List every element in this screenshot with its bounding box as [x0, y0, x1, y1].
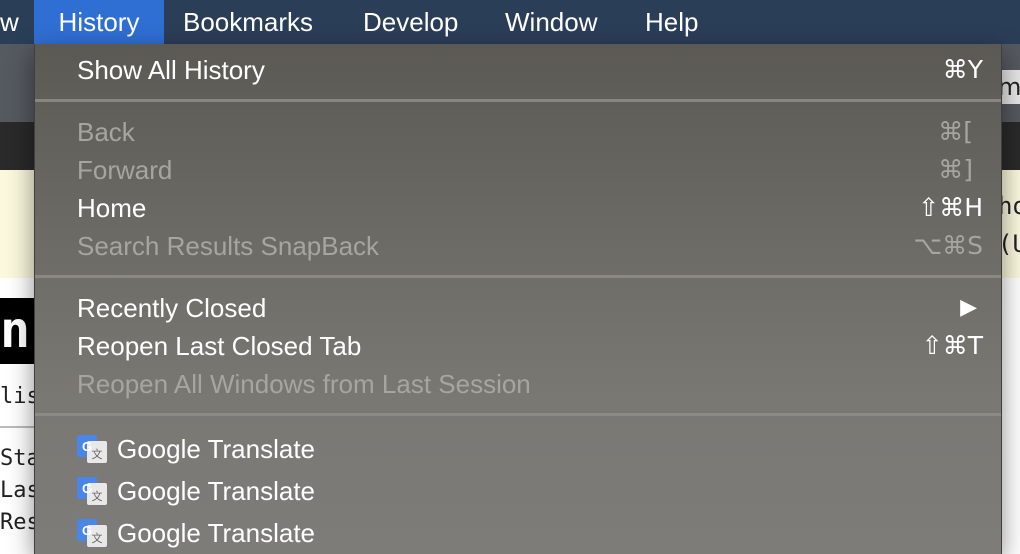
- history-entry[interactable]: G 文 Google Translate: [35, 471, 1001, 511]
- history-entry-title: Google Translate: [117, 434, 316, 464]
- menu-item-label: Show All History: [77, 55, 265, 85]
- menu-view[interactable]: w: [0, 0, 19, 44]
- menu-separator: [35, 99, 1001, 102]
- menu-item-label: Back: [77, 117, 135, 147]
- menu-item-back[interactable]: Back ⌘[: [35, 113, 1001, 151]
- svg-text:文: 文: [92, 489, 103, 503]
- menu-window[interactable]: Window: [505, 0, 597, 44]
- history-entry[interactable]: G 文 Google Translate: [35, 513, 1001, 553]
- page-text-fragment: lis: [0, 384, 36, 409]
- google-translate-icon: G 文: [77, 519, 107, 547]
- svg-text:文: 文: [92, 531, 103, 545]
- history-entry[interactable]: G 文 Google Translate: [35, 429, 1001, 469]
- menu-item-label: Forward: [77, 155, 173, 185]
- menu-bar: w History Bookmarks Develop Window Help: [0, 0, 1020, 44]
- shortcut-label: ⌘[: [938, 117, 973, 146]
- page-logo-text: n: [0, 302, 31, 358]
- page-text-fragment: Sta: [0, 446, 36, 471]
- shortcut-label: ⌘Y: [942, 55, 983, 84]
- page-text-fragment: Res: [0, 510, 36, 535]
- menu-history[interactable]: History: [34, 0, 164, 44]
- menu-item-label: Reopen All Windows from Last Session: [77, 369, 531, 399]
- shortcut-label: ⇧⌘H: [918, 193, 983, 222]
- history-entry-title: Google Translate: [117, 476, 316, 506]
- history-menu: Show All History ⌘Y Back ⌘[ Forward ⌘] H…: [34, 44, 1002, 554]
- menu-item-reopen-last-closed-tab[interactable]: Reopen Last Closed Tab ⇧⌘T: [35, 327, 1001, 365]
- menu-item-label: Search Results SnapBack: [77, 231, 380, 261]
- menu-item-label: Recently Closed: [77, 293, 267, 323]
- shortcut-label: ⌥⌘S: [913, 231, 983, 260]
- menu-separator: [35, 275, 1001, 278]
- menu-item-label: Reopen Last Closed Tab: [77, 331, 362, 361]
- menu-item-recently-closed[interactable]: Recently Closed ▶: [35, 289, 1001, 327]
- google-translate-icon: G 文: [77, 435, 107, 463]
- menu-item-show-all-history[interactable]: Show All History ⌘Y: [35, 51, 1001, 89]
- menu-item-home[interactable]: Home ⇧⌘H: [35, 189, 1001, 227]
- menu-item-forward[interactable]: Forward ⌘]: [35, 151, 1001, 189]
- menu-separator: [35, 413, 1001, 416]
- menu-help[interactable]: Help: [645, 0, 698, 44]
- page-divider: [0, 426, 36, 428]
- svg-text:文: 文: [92, 447, 103, 461]
- menu-item-label: Home: [77, 193, 147, 223]
- menu-item-search-results-snapback[interactable]: Search Results SnapBack ⌥⌘S: [35, 227, 1001, 265]
- menu-bookmarks[interactable]: Bookmarks: [183, 0, 313, 44]
- history-entry-title: Google Translate: [117, 518, 316, 548]
- menu-item-reopen-all-windows[interactable]: Reopen All Windows from Last Session: [35, 365, 1001, 403]
- menu-develop[interactable]: Develop: [363, 0, 458, 44]
- page-text-fragment: Las: [0, 478, 36, 503]
- google-translate-icon: G 文: [77, 477, 107, 505]
- submenu-arrow-icon: ▶: [960, 295, 977, 320]
- shortcut-label: ⌘]: [938, 155, 973, 184]
- shortcut-label: ⇧⌘T: [921, 331, 983, 360]
